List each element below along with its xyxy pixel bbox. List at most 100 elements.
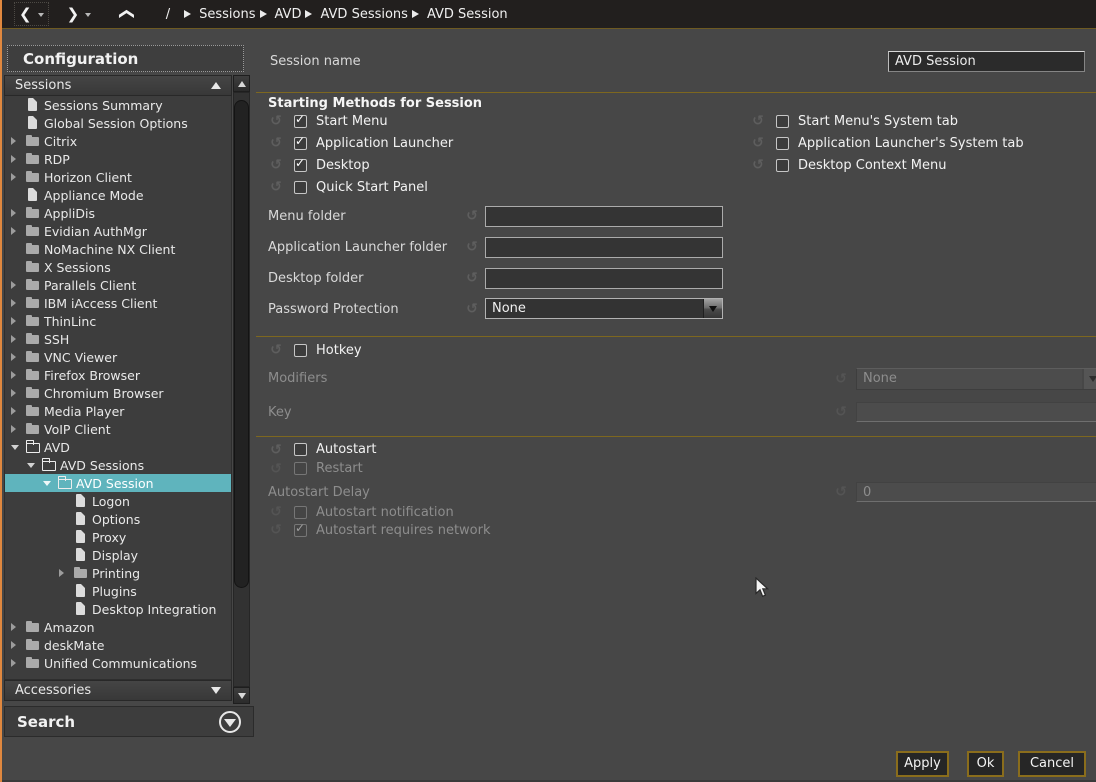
expander-collapsed-icon[interactable] — [11, 155, 25, 163]
tree-item-nomachine-nx-client[interactable]: NoMachine NX Client — [5, 240, 231, 258]
tree-item-avd-sessions[interactable]: AVD Sessions — [5, 456, 231, 474]
tree-item-appliance-mode[interactable]: Appliance Mode — [5, 186, 231, 204]
expander-collapsed-icon[interactable] — [11, 317, 25, 325]
section-header-accessories[interactable]: Accessories — [4, 680, 232, 701]
section-header-sessions[interactable]: Sessions — [4, 75, 232, 96]
revert-icon[interactable]: ↺ — [268, 179, 284, 195]
forward-history-dropdown-icon[interactable] — [85, 13, 91, 17]
password-protection-dropdown[interactable]: None — [485, 298, 723, 319]
expander-collapsed-icon[interactable] — [11, 299, 25, 307]
tree-item-avd-session[interactable]: AVD Session — [5, 474, 231, 492]
tree-item-ibm-iaccess-client[interactable]: IBM iAccess Client — [5, 294, 231, 312]
expander-collapsed-icon[interactable] — [11, 623, 25, 631]
tree-item-sessions-summary[interactable]: Sessions Summary — [5, 96, 231, 114]
expander-collapsed-icon[interactable] — [11, 335, 25, 343]
breadcrumb-item-avd[interactable]: AVD — [275, 7, 302, 22]
checkbox-autostart[interactable] — [294, 443, 307, 456]
expander-collapsed-icon[interactable] — [59, 569, 73, 577]
revert-icon[interactable]: ↺ — [268, 113, 284, 129]
revert-icon[interactable]: ↺ — [464, 301, 480, 317]
expander-collapsed-icon[interactable] — [11, 209, 25, 217]
tree-item-chromium-browser[interactable]: Chromium Browser — [5, 384, 231, 402]
expander-collapsed-icon[interactable] — [11, 641, 25, 649]
tree-item-evidian-authmgr[interactable]: Evidian AuthMgr — [5, 222, 231, 240]
search-panel-header[interactable]: Search — [4, 706, 254, 737]
tree-item-vnc-viewer[interactable]: VNC Viewer — [5, 348, 231, 366]
tree-item-amazon[interactable]: Amazon — [5, 618, 231, 636]
tree-item-proxy[interactable]: Proxy — [5, 528, 231, 546]
checkbox-hotkey[interactable] — [294, 344, 307, 357]
checkbox-application-launcher-s-system-tab[interactable] — [776, 137, 789, 150]
back-button[interactable]: ❮ — [14, 2, 49, 26]
tree-item-thinlinc[interactable]: ThinLinc — [5, 312, 231, 330]
revert-icon[interactable]: ↺ — [750, 135, 766, 151]
cancel-button[interactable]: Cancel — [1018, 751, 1086, 777]
tree-item-horizon-client[interactable]: Horizon Client — [5, 168, 231, 186]
tree-item-ssh[interactable]: SSH — [5, 330, 231, 348]
expander-collapsed-icon[interactable] — [11, 371, 25, 379]
scrollbar-up-button[interactable] — [233, 75, 250, 92]
up-button[interactable]: ❮ — [117, 3, 138, 25]
desktop-folder-input[interactable] — [485, 268, 723, 289]
expander-collapsed-icon[interactable] — [11, 389, 25, 397]
tree-item-media-player[interactable]: Media Player — [5, 402, 231, 420]
expander-collapsed-icon[interactable] — [11, 281, 25, 289]
revert-icon[interactable]: ↺ — [268, 157, 284, 173]
tree-item-desktop-integration[interactable]: Desktop Integration — [5, 600, 231, 618]
expander-collapsed-icon[interactable] — [11, 407, 25, 415]
tree-item-parallels-client[interactable]: Parallels Client — [5, 276, 231, 294]
back-history-dropdown-icon[interactable] — [38, 13, 44, 17]
search-expand-button[interactable] — [219, 711, 241, 733]
tree-item-firefox-browser[interactable]: Firefox Browser — [5, 366, 231, 384]
checkbox-desktop[interactable]: ✓ — [294, 159, 307, 172]
session-name-input[interactable] — [888, 51, 1085, 72]
apply-button[interactable]: Apply — [896, 751, 949, 777]
checkbox-start-menu[interactable]: ✓ — [294, 115, 307, 128]
tree-item-display[interactable]: Display — [5, 546, 231, 564]
expander-collapsed-icon[interactable] — [11, 173, 25, 181]
breadcrumb-item-sessions[interactable]: Sessions — [199, 7, 255, 22]
forward-button[interactable]: ❯ — [63, 3, 96, 25]
expander-expanded-icon[interactable] — [43, 481, 57, 486]
tree-item-voip-client[interactable]: VoIP Client — [5, 420, 231, 438]
revert-icon[interactable]: ↺ — [750, 113, 766, 129]
revert-icon[interactable]: ↺ — [750, 157, 766, 173]
checkbox-application-launcher[interactable]: ✓ — [294, 137, 307, 150]
checkbox-start-menu-s-system-tab[interactable] — [776, 115, 789, 128]
revert-icon[interactable]: ↺ — [464, 208, 480, 224]
tree-item-unified-communications[interactable]: Unified Communications — [5, 654, 231, 672]
tree-item-citrix[interactable]: Citrix — [5, 132, 231, 150]
expander-collapsed-icon[interactable] — [11, 353, 25, 361]
scrollbar-down-button[interactable] — [233, 687, 250, 704]
tree-item-x-sessions[interactable]: X Sessions — [5, 258, 231, 276]
revert-icon[interactable]: ↺ — [464, 270, 480, 286]
revert-icon[interactable]: ↺ — [268, 135, 284, 151]
breadcrumb-item-avd-session[interactable]: AVD Session — [427, 7, 508, 22]
ok-button[interactable]: Ok — [967, 751, 1004, 777]
scrollbar-thumb[interactable] — [234, 100, 249, 588]
tree-item-plugins[interactable]: Plugins — [5, 582, 231, 600]
revert-icon[interactable]: ↺ — [268, 442, 284, 458]
expander-expanded-icon[interactable] — [11, 445, 25, 450]
expander-collapsed-icon[interactable] — [11, 659, 25, 667]
breadcrumb-root[interactable]: / — [166, 7, 170, 22]
expander-collapsed-icon[interactable] — [11, 425, 25, 433]
app-launcher-folder-input[interactable] — [485, 237, 723, 258]
tree-item-printing[interactable]: Printing — [5, 564, 231, 582]
breadcrumb-item-avd-sessions[interactable]: AVD Sessions — [320, 7, 407, 22]
dropdown-arrow-icon[interactable] — [703, 299, 722, 318]
tree-item-avd[interactable]: AVD — [5, 438, 231, 456]
tree-item-options[interactable]: Options — [5, 510, 231, 528]
revert-icon[interactable]: ↺ — [464, 239, 480, 255]
expander-collapsed-icon[interactable] — [11, 137, 25, 145]
checkbox-quick-start-panel[interactable] — [294, 181, 307, 194]
tree-item-deskmate[interactable]: deskMate — [5, 636, 231, 654]
expander-collapsed-icon[interactable] — [11, 227, 25, 235]
revert-icon[interactable]: ↺ — [268, 342, 284, 358]
tree-item-rdp[interactable]: RDP — [5, 150, 231, 168]
expander-expanded-icon[interactable] — [27, 463, 41, 468]
tree-item-applidis[interactable]: AppliDis — [5, 204, 231, 222]
checkbox-desktop-context-menu[interactable] — [776, 159, 789, 172]
tree-item-logon[interactable]: Logon — [5, 492, 231, 510]
tree-item-global-session-options[interactable]: Global Session Options — [5, 114, 231, 132]
